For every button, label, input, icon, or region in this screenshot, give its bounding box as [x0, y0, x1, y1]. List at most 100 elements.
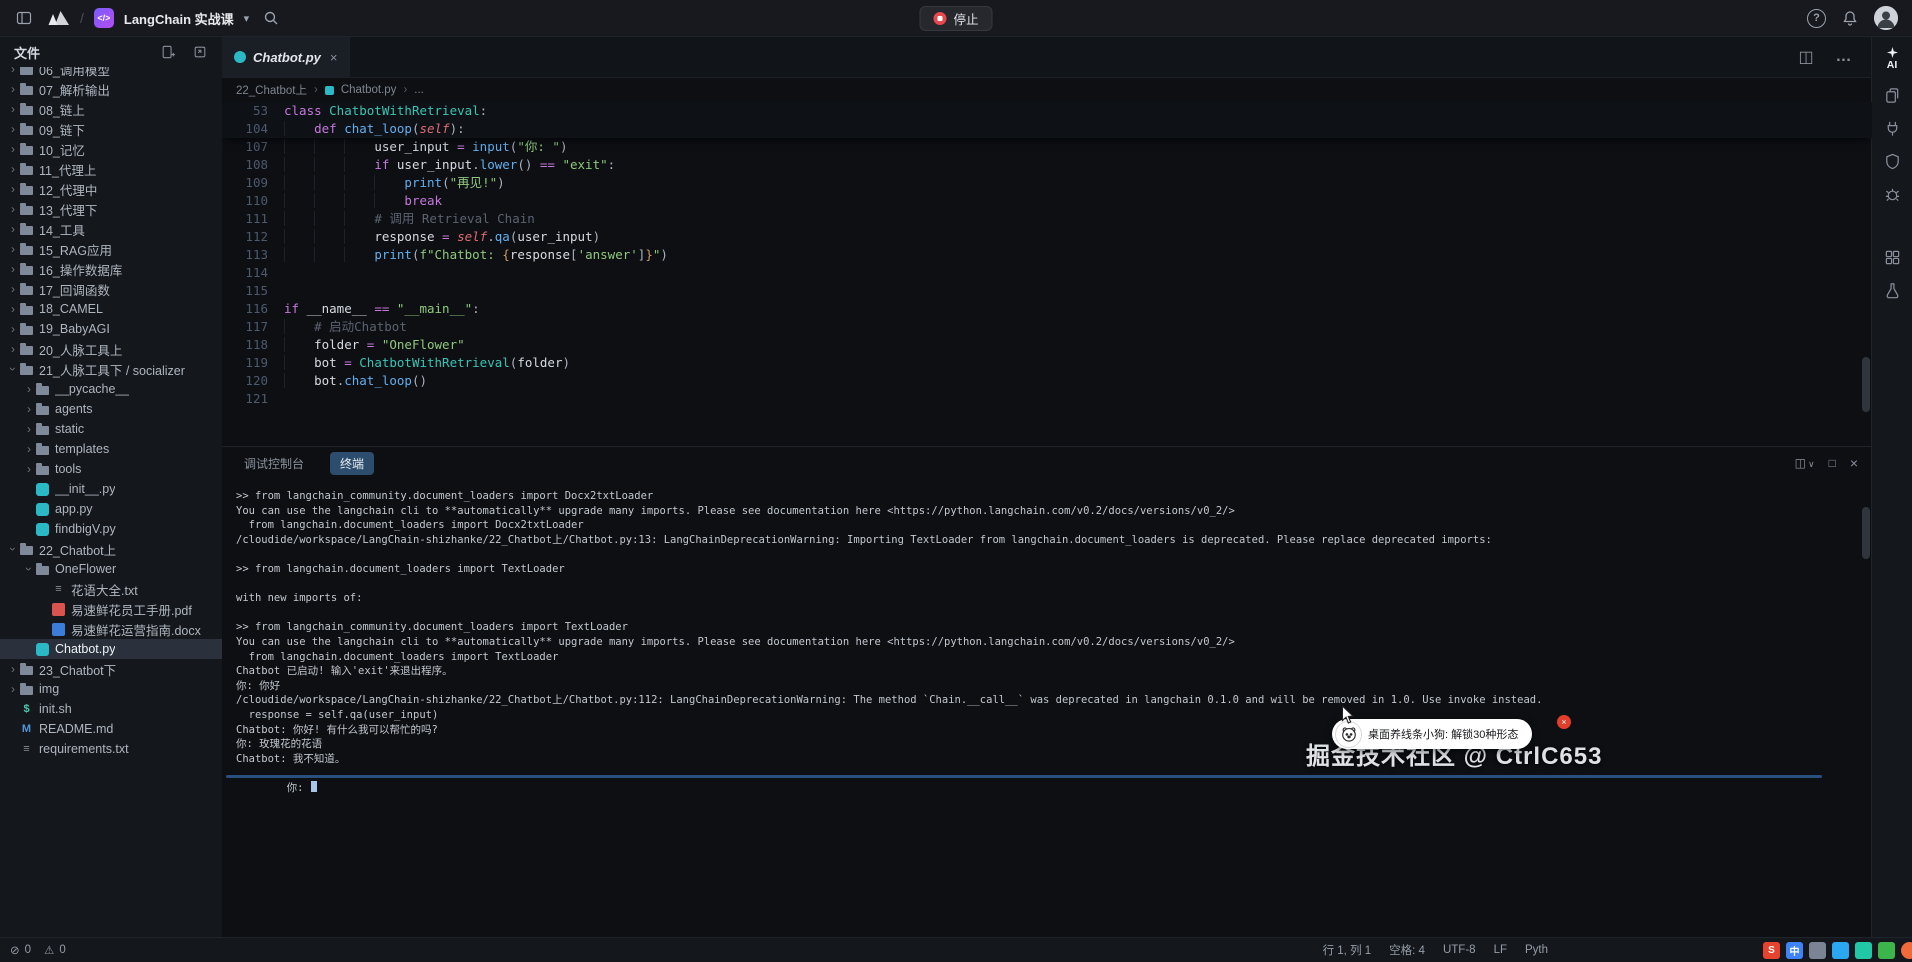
user-avatar[interactable]: [1874, 6, 1898, 30]
shield-icon[interactable]: [1884, 153, 1901, 170]
wechat-tray-icon[interactable]: [1878, 941, 1895, 959]
tree-folder-__pycache__[interactable]: › __pycache__: [0, 379, 222, 399]
stop-button[interactable]: 停止: [919, 5, 993, 31]
more-actions-icon[interactable]: …: [1832, 45, 1856, 69]
tree-file-易速鲜花员工手册.pdf[interactable]: 易速鲜花员工手册.pdf: [0, 599, 222, 619]
notify-tray-icon[interactable]: [1901, 941, 1912, 959]
split-editor-icon[interactable]: ◫: [1794, 45, 1818, 69]
terminal-input-line[interactable]: 你:: [236, 766, 1872, 794]
code-line-107[interactable]: 107 user_input = input("你: "): [222, 138, 1872, 156]
code-line-112[interactable]: 112 response = self.qa(user_input): [222, 228, 1872, 246]
status-eol[interactable]: LF: [1494, 944, 1507, 956]
code-line-118[interactable]: 118 folder = "OneFlower": [222, 336, 1872, 354]
terminal-hscrollbar[interactable]: [226, 775, 1822, 778]
tree-file-Chatbot.py[interactable]: Chatbot.py: [0, 639, 222, 659]
tree-folder-13_代理下[interactable]: › 13_代理下: [0, 199, 222, 219]
tree-file-init.sh[interactable]: $ init.sh: [0, 699, 222, 719]
new-file-icon[interactable]: [156, 40, 180, 64]
plug-icon[interactable]: [1884, 120, 1901, 137]
search-icon[interactable]: [259, 6, 283, 30]
tree-folder-OneFlower[interactable]: › OneFlower: [0, 559, 222, 579]
editor-scrollbar[interactable]: [1862, 357, 1870, 412]
tree-file-app.py[interactable]: app.py: [0, 499, 222, 519]
dog-widget-popup[interactable]: 桌面养线条小狗: 解锁30种形态: [1332, 719, 1533, 749]
tree-folder-06_调用模型[interactable]: › 06_调用模型: [0, 67, 222, 79]
tree-folder-agents[interactable]: › agents: [0, 399, 222, 419]
code-line-117[interactable]: 117 # 启动Chatbot: [222, 318, 1872, 336]
tree-folder-19_BabyAGI[interactable]: › 19_BabyAGI: [0, 319, 222, 339]
tree-folder-22_Chatbot上[interactable]: › 22_Chatbot上: [0, 539, 222, 559]
mic-tray-icon[interactable]: [1809, 941, 1826, 959]
code-line-104[interactable]: 104 def chat_loop(self):: [222, 120, 1872, 138]
tree-file-__init__.py[interactable]: __init__.py: [0, 479, 222, 499]
tree-file-requirements.txt[interactable]: ≡ requirements.txt: [0, 739, 222, 759]
copy-icon[interactable]: [1884, 87, 1901, 104]
tree-folder-tools[interactable]: › tools: [0, 459, 222, 479]
tab-terminal[interactable]: 终端: [330, 451, 375, 475]
tree-folder-12_代理中[interactable]: › 12_代理中: [0, 179, 222, 199]
status-encoding[interactable]: UTF-8: [1443, 944, 1476, 956]
close-tab-icon[interactable]: ×: [330, 50, 338, 65]
workspace-name[interactable]: LangChain 实战课: [124, 9, 234, 28]
code-line-110[interactable]: 110 break: [222, 192, 1872, 210]
tab-chatbot-py[interactable]: Chatbot.py ×: [222, 37, 351, 77]
tree-file-findbigV.py[interactable]: findbigV.py: [0, 519, 222, 539]
tree-folder-15_RAG应用[interactable]: › 15_RAG应用: [0, 239, 222, 259]
code-line-121[interactable]: 121: [222, 390, 1872, 408]
ime-tray-icon[interactable]: 中: [1786, 941, 1803, 959]
tree-folder-10_记忆[interactable]: › 10_记忆: [0, 139, 222, 159]
tree-folder-16_操作数据库[interactable]: › 16_操作数据库: [0, 259, 222, 279]
tree-folder-18_CAMEL[interactable]: › 18_CAMEL: [0, 299, 222, 319]
tree-folder-21_人脉工具下 / socializer[interactable]: › 21_人脉工具下 / socializer: [0, 359, 222, 379]
sogou-tray-icon[interactable]: S: [1763, 941, 1780, 959]
maximize-panel-icon[interactable]: □: [1829, 456, 1836, 470]
status-cursor-position[interactable]: 行 1, 列 1: [1323, 942, 1372, 958]
tree-folder-14_工具[interactable]: › 14_工具: [0, 219, 222, 239]
code-line-111[interactable]: 111 # 调用 Retrieval Chain: [222, 210, 1872, 228]
tree-folder-img[interactable]: › img: [0, 679, 222, 699]
code-line-114[interactable]: 114: [222, 264, 1872, 282]
extensions-grid-icon[interactable]: [1884, 249, 1901, 266]
docs-tray-icon[interactable]: [1832, 941, 1849, 959]
code-line-53[interactable]: 53 class ChatbotWithRetrieval:: [222, 102, 1872, 120]
code-line-119[interactable]: 119 bot = ChatbotWithRetrieval(folder): [222, 354, 1872, 372]
terminal[interactable]: >> from langchain_community.document_loa…: [222, 479, 1872, 938]
workspace-caret-icon[interactable]: ▾: [244, 12, 250, 25]
tree-folder-08_链上[interactable]: › 08_链上: [0, 99, 222, 119]
tree-folder-templates[interactable]: › templates: [0, 439, 222, 459]
help-icon[interactable]: ?: [1807, 8, 1826, 28]
status-language-mode[interactable]: Pyth: [1525, 944, 1548, 956]
code-line-108[interactable]: 108 if user_input.lower() == "exit":: [222, 156, 1872, 174]
tree-folder-20_人脉工具上[interactable]: › 20_人脉工具上: [0, 339, 222, 359]
terminal-scrollbar[interactable]: [1862, 507, 1870, 559]
tree-file-README.md[interactable]: M README.md: [0, 719, 222, 739]
bell-icon[interactable]: [1838, 6, 1862, 30]
tree-folder-09_链下[interactable]: › 09_链下: [0, 119, 222, 139]
tree-folder-17_回调函数[interactable]: › 17_回调函数: [0, 279, 222, 299]
problems-indicator[interactable]: ⊘ 0 ⚠ 0: [0, 943, 74, 957]
close-popup-badge[interactable]: ×: [1557, 715, 1571, 729]
code-line-115[interactable]: 115: [222, 282, 1872, 300]
close-panel-icon[interactable]: ×: [1850, 455, 1858, 471]
sidebar-toggle-icon[interactable]: [12, 6, 36, 30]
code-editor[interactable]: 53 class ChatbotWithRetrieval: 104 def cha…: [222, 102, 1872, 446]
flask-icon[interactable]: [1884, 282, 1901, 299]
tree-folder-07_解析输出[interactable]: › 07_解析输出: [0, 79, 222, 99]
code-line-120[interactable]: 120 bot.chat_loop(): [222, 372, 1872, 390]
bug-icon[interactable]: [1884, 186, 1901, 203]
code-line-109[interactable]: 109 print("再见!"): [222, 174, 1872, 192]
code-line-116[interactable]: 116 if __name__ == "__main__":: [222, 300, 1872, 318]
breadcrumb-folder[interactable]: 22_Chatbot上: [236, 82, 307, 98]
code-line-113[interactable]: 113 print(f"Chatbot: {response['answer']…: [222, 246, 1872, 264]
tree-folder-11_代理上[interactable]: › 11_代理上: [0, 159, 222, 179]
tab-debug-console[interactable]: 调试控制台: [236, 452, 312, 475]
breadcrumb-symbol[interactable]: ...: [414, 84, 424, 96]
collapse-folders-icon[interactable]: [188, 40, 212, 64]
tree-file-花语大全.txt[interactable]: ≡ 花语大全.txt: [0, 579, 222, 599]
split-terminal-icon[interactable]: ◫ ∨: [1795, 456, 1815, 470]
tree-folder-static[interactable]: › static: [0, 419, 222, 439]
tree-folder-23_Chatbot下[interactable]: › 23_Chatbot下: [0, 659, 222, 679]
meeting-tray-icon[interactable]: [1855, 941, 1872, 959]
tree-file-易速鲜花运营指南.docx[interactable]: 易速鲜花运营指南.docx: [0, 619, 222, 639]
breadcrumb-file[interactable]: Chatbot.py: [341, 84, 397, 96]
